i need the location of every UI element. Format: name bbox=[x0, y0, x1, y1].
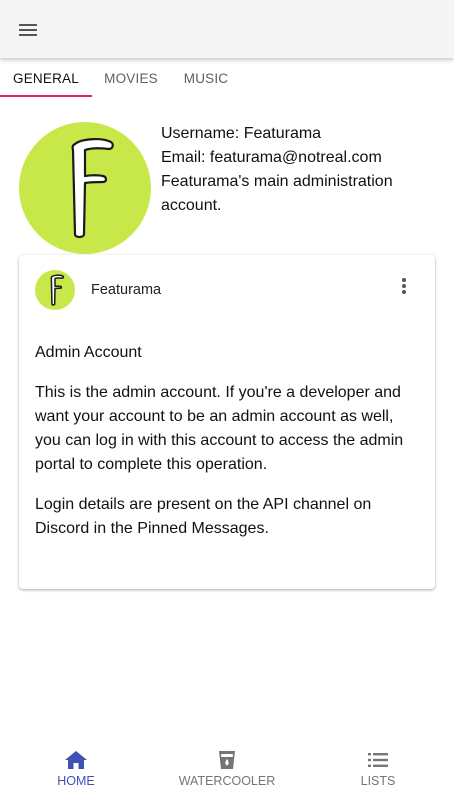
list-icon bbox=[368, 753, 388, 767]
card-paragraph: Login details are present on the API cha… bbox=[35, 496, 372, 537]
tab-general[interactable]: GENERAL bbox=[0, 58, 92, 98]
card-author-name: Featurama bbox=[91, 282, 162, 298]
profile-info: Username: Featurama Email: featurama@not… bbox=[161, 122, 441, 218]
card-paragraph: This is the admin account. If you're a d… bbox=[35, 384, 404, 473]
app-bar bbox=[0, 0, 454, 58]
nav-watercooler[interactable]: WATERCOOLER bbox=[167, 740, 287, 796]
nav-home-label: HOME bbox=[57, 774, 95, 788]
tab-indicator bbox=[0, 95, 92, 97]
featurama-logo-small bbox=[35, 270, 75, 310]
menu-button[interactable] bbox=[14, 16, 42, 44]
nav-lists-label: LISTS bbox=[360, 774, 396, 788]
nav-lists[interactable]: LISTS bbox=[318, 740, 438, 796]
home-icon bbox=[65, 751, 87, 769]
username-text: Username: Featurama bbox=[161, 125, 322, 142]
email-text: Email: featurama@notreal.com bbox=[161, 149, 382, 166]
bottom-navigation: HOME WATERCOOLER LISTS bbox=[0, 740, 454, 796]
card-title: Admin Account bbox=[35, 344, 142, 361]
menu-icon bbox=[19, 24, 37, 36]
card-avatar[interactable] bbox=[35, 270, 75, 310]
profile-avatar bbox=[19, 122, 151, 254]
tab-bar: GENERAL MOVIES MUSIC bbox=[0, 58, 454, 98]
post-card: Featurama Admin Account This is the admi… bbox=[19, 255, 435, 589]
nav-home[interactable]: HOME bbox=[16, 740, 136, 796]
card-body: This is the admin account. If you're a d… bbox=[35, 381, 421, 557]
tab-music[interactable]: MUSIC bbox=[170, 58, 242, 98]
profile-description: Featurama's main administration account. bbox=[161, 173, 393, 214]
more-vertical-icon bbox=[402, 278, 406, 294]
more-options-button[interactable] bbox=[392, 274, 416, 298]
tab-movies[interactable]: MOVIES bbox=[92, 58, 170, 98]
watercooler-icon bbox=[219, 751, 235, 769]
featurama-logo-large bbox=[19, 122, 151, 254]
nav-watercooler-label: WATERCOOLER bbox=[178, 774, 276, 788]
